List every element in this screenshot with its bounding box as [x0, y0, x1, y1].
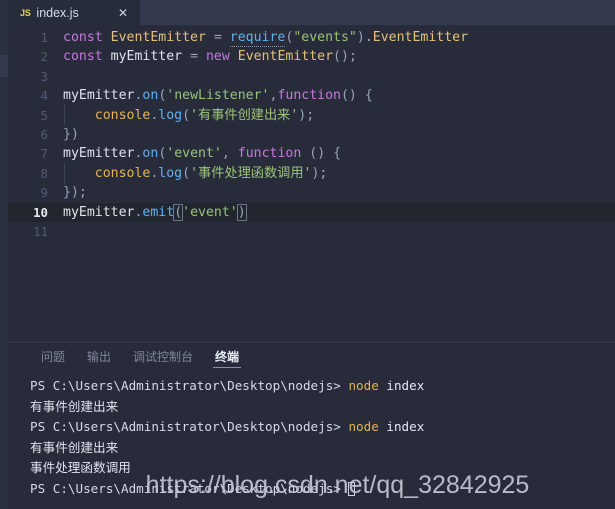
terminal-command: node — [348, 419, 379, 434]
terminal-arg: index — [378, 419, 425, 434]
indent-guide — [63, 162, 65, 183]
line-number: 4 — [40, 88, 48, 104]
panel-tab-item[interactable]: 输出 — [76, 343, 122, 370]
code-line[interactable]: 7 myEmitter.on('event', function () { — [8, 144, 615, 163]
code-line[interactable]: 9}); — [8, 183, 615, 202]
code-text: const EventEmitter = require("events").E… — [63, 30, 469, 47]
line-number: 11 — [33, 223, 48, 239]
code-text: }) — [63, 126, 79, 142]
code-line[interactable]: 11 — [8, 222, 615, 241]
editor-tab-index-js[interactable]: JS index.js ✕ — [8, 0, 140, 25]
code-text: myEmitter.emit('event') — [63, 203, 247, 221]
terminal-prompt: PS C:\Users\Administrator\Desktop\nodejs… — [30, 378, 349, 393]
line-number: 5 — [40, 107, 48, 123]
code-line[interactable]: 2 const myEmitter = new EventEmitter(); — [8, 47, 615, 66]
code-text: myEmitter.on('event', function () { — [63, 146, 342, 162]
indent-guide — [63, 104, 65, 125]
code-line[interactable]: 4 myEmitter.on('newListener',function() { — [8, 86, 615, 105]
terminal-command-line: PS C:\Users\Administrator\Desktop\nodejs… — [30, 417, 615, 438]
code-line[interactable]: 5 console.log('有事件创建出来'); — [8, 104, 615, 125]
code-editor[interactable]: 1 const EventEmitter = require("events").… — [8, 25, 615, 342]
code-line-container: 1 const EventEmitter = require("events").… — [8, 25, 615, 241]
code-text: console.log('事件处理函数调用'); — [63, 162, 615, 183]
terminal-command-line: PS C:\Users\Administrator\Desktop\nodejs… — [30, 376, 615, 397]
line-number: 3 — [40, 68, 48, 84]
panel-tab-terminal[interactable]: 终端 — [204, 343, 250, 370]
panel-tab-bar: 问题 输出 调试控制台 终端 — [8, 343, 615, 370]
line-number: 7 — [40, 146, 48, 162]
code-line[interactable]: 8 console.log('事件处理函数调用'); — [8, 162, 615, 183]
code-text: console.log('有事件创建出来'); — [63, 104, 615, 125]
terminal-command: node — [348, 378, 379, 393]
line-number: 1 — [40, 30, 48, 45]
watermark-url: https://blog.csdn.net/qq_32842925 — [145, 471, 530, 499]
code-text: myEmitter.on('newListener',function() { — [63, 88, 373, 104]
terminal-output-line: 有事件创建出来 — [30, 439, 119, 455]
panel-tab-item[interactable]: 调试控制台 — [122, 343, 204, 370]
activity-strip — [0, 0, 8, 509]
line-number: 10 — [33, 204, 48, 220]
terminal-output-line: 有事件创建出来 — [30, 398, 119, 414]
editor-tab-label: index.js — [36, 5, 79, 20]
vscode-window: JS index.js ✕ 1 const EventEmitter = requ… — [0, 0, 615, 509]
js-file-icon: JS — [20, 7, 31, 18]
scroll-decoration — [0, 55, 8, 77]
code-line[interactable]: 6}) — [8, 125, 615, 144]
close-icon[interactable]: ✕ — [116, 7, 130, 19]
panel-tab-item[interactable]: 问题 — [30, 343, 76, 370]
line-number: 9 — [40, 185, 48, 201]
code-line[interactable]: 3 — [8, 67, 615, 86]
terminal-arg: index — [378, 378, 425, 393]
text-cursor — [245, 203, 247, 219]
code-text: }); — [63, 185, 87, 201]
code-line[interactable]: 10 myEmitter.emit('event') — [8, 202, 615, 222]
editor-tab-bar: JS index.js ✕ — [8, 0, 615, 25]
line-number: 2 — [40, 49, 48, 65]
code-text: const myEmitter = new EventEmitter(); — [63, 49, 357, 65]
line-number: 6 — [40, 126, 48, 142]
code-line[interactable]: 1 const EventEmitter = require("events").… — [8, 28, 615, 47]
terminal-prompt: PS C:\Users\Administrator\Desktop\nodejs… — [30, 419, 349, 434]
line-number: 8 — [40, 165, 48, 181]
